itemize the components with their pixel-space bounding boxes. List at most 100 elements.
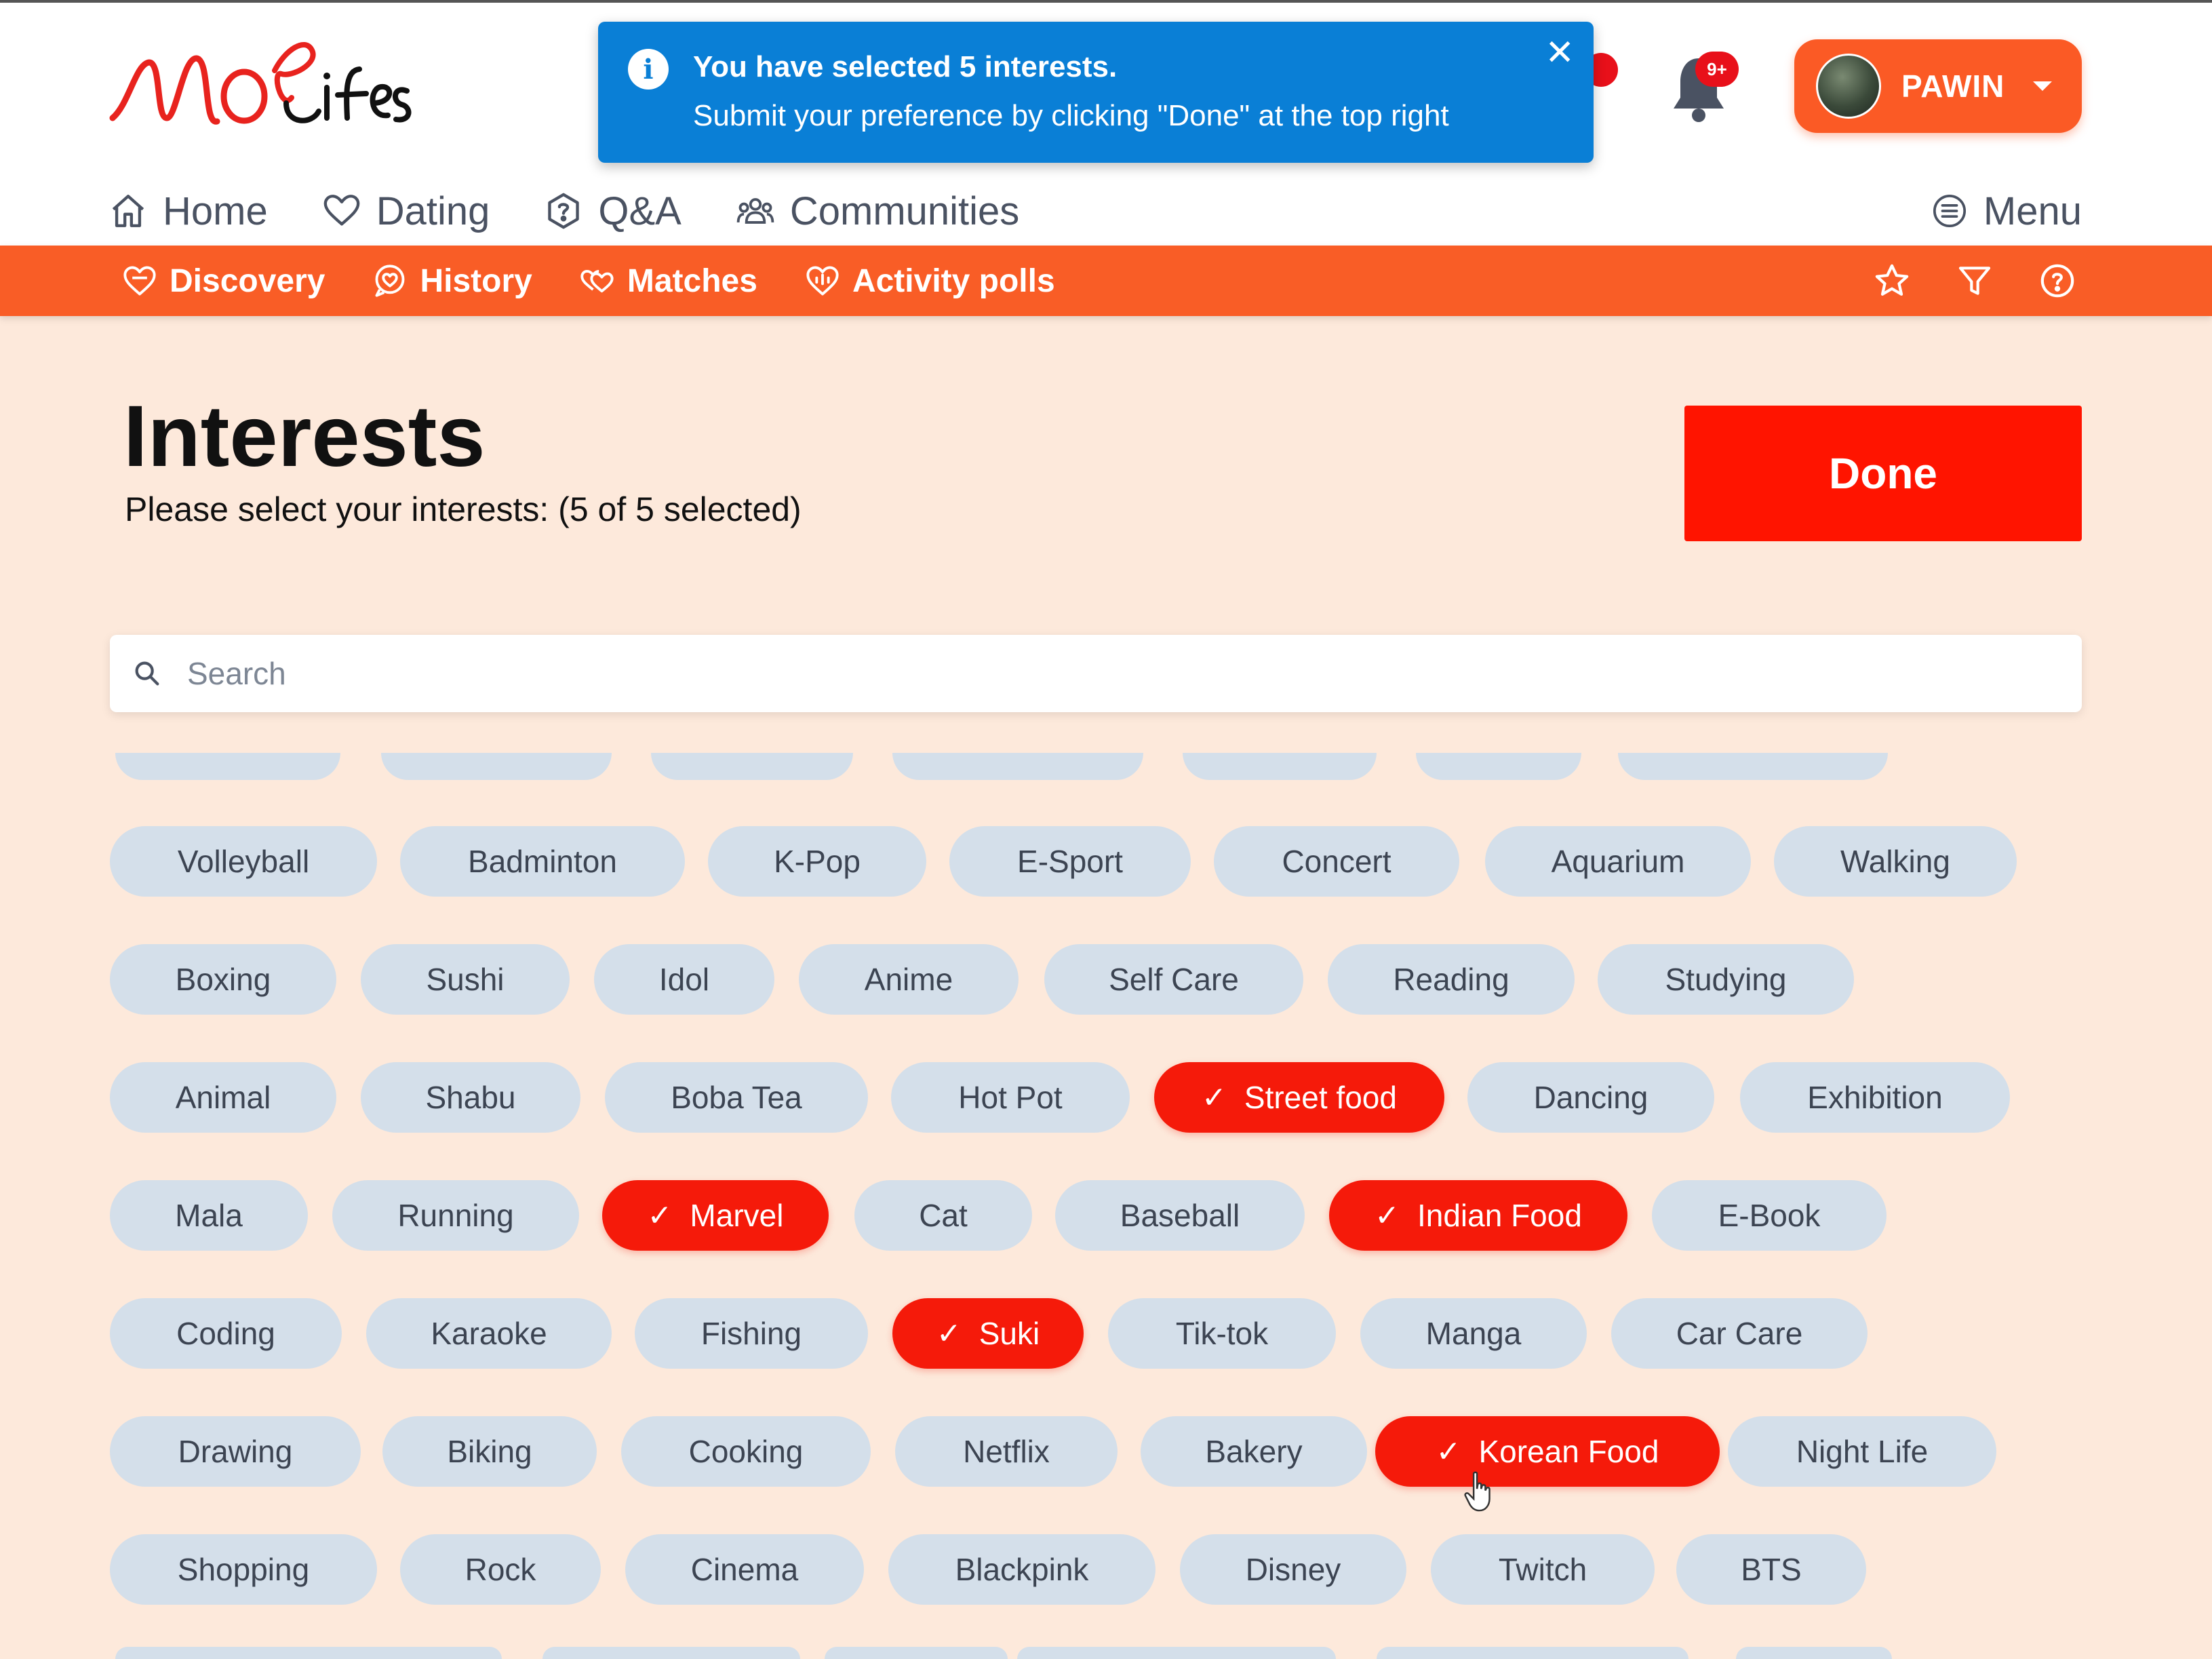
interest-chip[interactable]: Studying — [1598, 944, 1854, 1015]
interest-chip-label: E-Sport — [1017, 844, 1123, 879]
interest-chip-label: Coding — [176, 1316, 275, 1351]
interest-chip[interactable]: Drawing — [110, 1416, 361, 1487]
interest-chip[interactable]: K-Pop — [708, 826, 926, 897]
interest-chip[interactable]: Self Care — [1044, 944, 1303, 1015]
nav-communities-label: Communities — [789, 189, 1020, 233]
interest-chip[interactable]: Walking — [1774, 826, 2017, 897]
interest-chip[interactable]: Night Life — [1728, 1416, 1996, 1487]
tab-history-label: History — [420, 262, 532, 299]
heart-chat-icon — [376, 265, 405, 297]
interest-chip[interactable]: Shabu — [361, 1062, 580, 1133]
interest-chip[interactable]: Aquarium — [1485, 826, 1751, 897]
interest-chip[interactable]: Concert — [1214, 826, 1459, 897]
moblifes-logo[interactable] — [108, 23, 414, 145]
interest-chip[interactable]: ✓ Street food — [1154, 1062, 1444, 1133]
interest-chip-label: Blackpink — [955, 1552, 1089, 1587]
interest-chip-label: Badminton — [468, 844, 617, 879]
interest-chip[interactable]: Anime — [799, 944, 1019, 1015]
check-icon: ✓ — [1375, 1198, 1400, 1232]
search-bar[interactable] — [110, 635, 2082, 712]
tab-activity-polls[interactable]: Activity polls — [805, 262, 1055, 300]
interest-chip[interactable]: ✓ Korean Food — [1375, 1416, 1720, 1487]
check-icon: ✓ — [1202, 1080, 1227, 1114]
tab-history[interactable]: History — [372, 262, 532, 300]
interest-chip[interactable]: Exhibition — [1740, 1062, 2010, 1133]
interest-chip[interactable]: Shopping — [110, 1534, 377, 1605]
menu-button[interactable]: Menu — [1931, 180, 2082, 241]
interest-chip-label: Reading — [1393, 962, 1509, 997]
interest-chip[interactable]: ✓ Suki — [892, 1298, 1084, 1369]
interest-chip[interactable]: Netflix — [895, 1416, 1118, 1487]
interest-chip[interactable]: Cooking — [621, 1416, 871, 1487]
interest-chip[interactable]: Reading — [1328, 944, 1575, 1015]
interest-chip-label: Fishing — [700, 1316, 802, 1351]
interest-chip-hidden — [381, 753, 612, 780]
interest-chip[interactable]: Disney — [1180, 1534, 1406, 1605]
search-icon — [135, 661, 159, 686]
interest-chip[interactable]: Twitch — [1431, 1534, 1655, 1605]
interest-chip[interactable]: BTS — [1676, 1534, 1866, 1605]
interest-chip[interactable]: ✓ Indian Food — [1329, 1180, 1627, 1251]
interest-chip[interactable]: Bakery — [1141, 1416, 1367, 1487]
question-icon — [548, 193, 580, 229]
interest-chip[interactable]: Cat — [854, 1180, 1032, 1251]
interest-chip-label: Dancing — [1533, 1080, 1648, 1115]
interest-chip[interactable]: Boba Tea — [605, 1062, 868, 1133]
search-input[interactable] — [187, 646, 2082, 701]
interest-chip[interactable]: Boxing — [110, 944, 336, 1015]
top-header: 9+ PAWIN Home Dating Q&A Communities Men… — [0, 0, 2212, 246]
toast-title: You have selected 5 interests. — [693, 50, 1118, 83]
interest-chip[interactable]: ✓ Marvel — [602, 1180, 829, 1251]
info-icon: i — [628, 49, 669, 90]
check-icon: ✓ — [647, 1198, 673, 1232]
user-menu-button[interactable]: PAWIN — [1794, 39, 2082, 133]
interest-chip[interactable]: Volleyball — [110, 826, 377, 897]
interest-chip[interactable]: Rock — [400, 1534, 601, 1605]
interest-chip[interactable]: Car Care — [1611, 1298, 1868, 1369]
nav-dating[interactable]: Dating — [322, 189, 490, 234]
interest-chip[interactable]: Badminton — [400, 826, 685, 897]
tab-discovery[interactable]: Discovery — [122, 262, 325, 300]
nav-qa[interactable]: Q&A — [544, 189, 682, 234]
tab-matches[interactable]: Matches — [580, 262, 757, 300]
interest-chip[interactable]: Dancing — [1467, 1062, 1714, 1133]
tab-activity-polls-label: Activity polls — [852, 262, 1055, 299]
interest-chip[interactable]: Mala — [110, 1180, 308, 1251]
interest-chip[interactable]: Biking — [382, 1416, 597, 1487]
interest-chip[interactable]: Manga — [1360, 1298, 1587, 1369]
interest-chip[interactable]: Cinema — [625, 1534, 864, 1605]
interest-chip[interactable]: Idol — [594, 944, 774, 1015]
done-button[interactable]: Done — [1684, 406, 2082, 541]
nav-home[interactable]: Home — [108, 189, 268, 234]
interest-chip-label: Drawing — [178, 1434, 293, 1469]
interest-chip[interactable]: Sushi — [361, 944, 570, 1015]
interest-chip-label: Idol — [658, 962, 710, 997]
interest-chip-label: Sushi — [426, 962, 505, 997]
filter-icon[interactable] — [1956, 262, 1994, 300]
interest-chip[interactable]: Baseball — [1055, 1180, 1305, 1251]
nav-communities[interactable]: Communities — [736, 189, 1019, 234]
interest-chip[interactable]: Tik-tok — [1108, 1298, 1336, 1369]
interest-chip[interactable]: Animal — [110, 1062, 336, 1133]
check-icon: ✓ — [1436, 1434, 1461, 1468]
interest-chip[interactable]: Hot Pot — [891, 1062, 1130, 1133]
interest-chip-label: Boxing — [175, 962, 271, 997]
star-icon[interactable] — [1873, 262, 1911, 300]
interest-chip[interactable]: Running — [332, 1180, 579, 1251]
interest-chip[interactable]: Karaoke — [366, 1298, 612, 1369]
interest-chip-label: Korean Food — [1478, 1434, 1659, 1469]
interest-chip[interactable]: Fishing — [635, 1298, 868, 1369]
selection-count-text: Please select your interests: (5 of 5 se… — [125, 490, 802, 528]
interest-chip-label: Cinema — [690, 1552, 799, 1587]
interest-chip[interactable]: Blackpink — [888, 1534, 1156, 1605]
interest-chip-label: Anime — [864, 962, 953, 997]
interest-chip-label: Self Care — [1109, 962, 1239, 997]
help-icon[interactable] — [2038, 262, 2076, 300]
interest-chip-label: Mala — [175, 1198, 243, 1233]
close-icon[interactable]: ✕ — [1545, 34, 1575, 72]
home-icon — [112, 195, 144, 227]
interest-chip[interactable]: Coding — [110, 1298, 342, 1369]
interest-chip[interactable]: E-Book — [1652, 1180, 1887, 1251]
interest-chip-hidden — [825, 1647, 1008, 1659]
interest-chip[interactable]: E-Sport — [949, 826, 1191, 897]
